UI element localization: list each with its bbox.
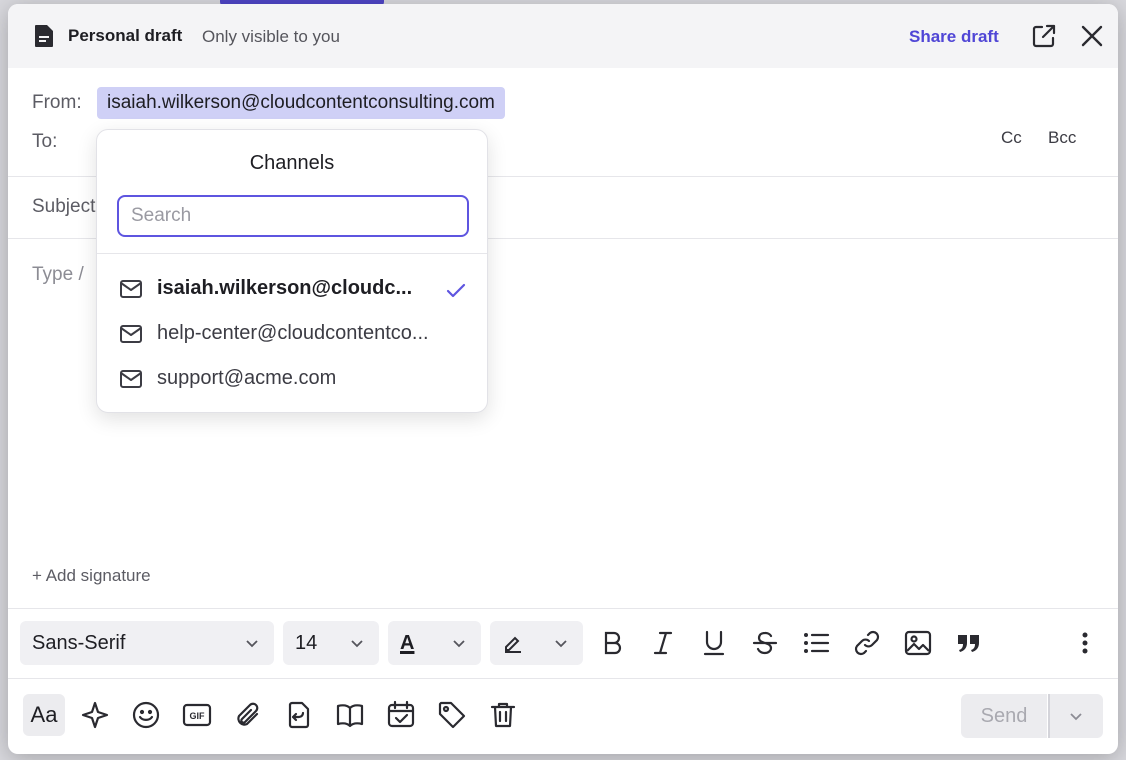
- dropdown-title: Channels: [249, 152, 335, 174]
- more-vertical-icon[interactable]: [1070, 628, 1100, 658]
- body-editor[interactable]: Type /: [32, 264, 84, 286]
- channels-dropdown: Channels isaiah.wilkerson@cloudc... help…: [96, 129, 488, 413]
- draft-visibility: Only visible to you: [202, 27, 340, 46]
- divider: [8, 608, 1118, 609]
- compose-action-bar: [8, 678, 1118, 754]
- template-icon[interactable]: [284, 700, 314, 730]
- link-icon[interactable]: [852, 628, 882, 658]
- channel-option[interactable]: isaiah.wilkerson@cloudc...: [97, 267, 487, 311]
- mail-icon: [120, 280, 142, 298]
- formatting-toggle-button[interactable]: Aa: [23, 694, 65, 736]
- channel-option[interactable]: help-center@cloudcontentco...: [97, 312, 487, 356]
- send-button[interactable]: Send: [961, 694, 1047, 738]
- to-label: To:: [32, 131, 58, 152]
- underline-icon[interactable]: [699, 628, 729, 658]
- italic-icon[interactable]: [648, 628, 678, 658]
- font-family-select[interactable]: Sans-Serif: [20, 621, 274, 665]
- gif-icon[interactable]: GIF: [182, 700, 212, 730]
- mail-icon: [120, 370, 142, 388]
- divider: [97, 253, 487, 254]
- knowledge-book-icon[interactable]: [335, 700, 365, 730]
- highlight-color-select[interactable]: [490, 621, 583, 665]
- chevron-down-icon: [555, 640, 567, 648]
- close-icon[interactable]: [1080, 24, 1104, 48]
- subject-label: Subject: [32, 196, 96, 217]
- text-color-select[interactable]: A: [388, 621, 481, 665]
- popout-icon[interactable]: [1030, 22, 1058, 50]
- mail-icon: [120, 325, 142, 343]
- chevron-down-icon: [1070, 713, 1082, 721]
- bold-icon[interactable]: [598, 628, 628, 658]
- emoji-icon[interactable]: [131, 700, 161, 730]
- strikethrough-icon[interactable]: [750, 628, 780, 658]
- image-icon[interactable]: [903, 628, 933, 658]
- bullet-list-icon[interactable]: [801, 628, 831, 658]
- chevron-down-icon: [453, 640, 465, 648]
- font-size-select[interactable]: 14: [283, 621, 379, 665]
- add-signature-button[interactable]: + Add signature: [32, 566, 151, 586]
- sparkle-icon[interactable]: [80, 700, 110, 730]
- send-options-button[interactable]: [1048, 694, 1103, 738]
- compose-header: Personal draft Only visible to you Share…: [8, 4, 1118, 68]
- channel-search-input[interactable]: [117, 195, 469, 237]
- font-size-value: 14: [295, 631, 318, 654]
- draft-title: Personal draft: [68, 26, 183, 45]
- schedule-icon[interactable]: [386, 700, 416, 730]
- cc-button[interactable]: Cc: [1001, 128, 1022, 148]
- text-color-icon: A: [400, 631, 415, 654]
- from-label: From:: [32, 92, 82, 113]
- from-address-chip[interactable]: isaiah.wilkerson@cloudcontentconsulting.…: [97, 87, 505, 119]
- channel-option-label: isaiah.wilkerson@cloudc...: [157, 277, 413, 299]
- svg-text:GIF: GIF: [190, 711, 206, 721]
- attachment-icon[interactable]: [233, 700, 263, 730]
- document-icon: [35, 25, 53, 47]
- channel-option-label: help-center@cloudcontentco...: [157, 322, 429, 344]
- chevron-down-icon: [246, 640, 258, 648]
- channel-option[interactable]: support@acme.com: [97, 357, 487, 401]
- channel-option-label: support@acme.com: [157, 367, 337, 389]
- highlighter-icon: [505, 636, 521, 653]
- bcc-button[interactable]: Bcc: [1048, 128, 1076, 148]
- share-draft-link[interactable]: Share draft: [909, 27, 999, 47]
- check-icon: [446, 283, 466, 298]
- chevron-down-icon: [351, 640, 363, 648]
- quote-icon[interactable]: [954, 628, 984, 658]
- tag-icon[interactable]: [437, 700, 467, 730]
- font-family-value: Sans-Serif: [32, 631, 126, 654]
- trash-icon[interactable]: [488, 700, 518, 730]
